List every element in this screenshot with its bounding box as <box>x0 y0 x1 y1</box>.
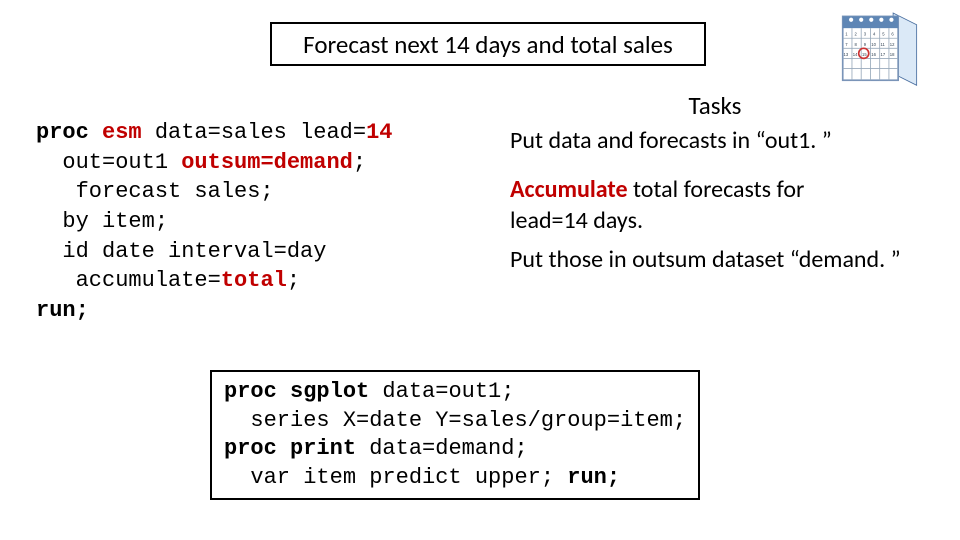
svg-text:16: 16 <box>871 52 876 57</box>
tasks-p1: Put data and forecasts in “out1. ” <box>510 125 920 156</box>
by-line: by item; <box>36 209 168 234</box>
code-block-bottom-box: proc sgplot data=out1; series X=date Y=s… <box>210 370 700 500</box>
calendar-icon: 123456 789101112 131415161718 <box>836 8 920 92</box>
tasks-column: Tasks Put data and forecasts in “out1. ”… <box>510 90 920 293</box>
svg-text:13: 13 <box>844 52 849 57</box>
tasks-p2: Accumulate total forecasts forlead=14 da… <box>510 174 920 236</box>
tasks-p2-rest2: lead=14 days. <box>510 206 643 235</box>
var-line: var item predict upper; <box>224 465 567 490</box>
series-line: series X=date Y=sales/group=item; <box>224 408 686 433</box>
out-line-pre: out=out1 <box>36 150 181 175</box>
id-line: id date interval=day <box>36 239 326 264</box>
tasks-p2-accumulate: Accumulate <box>510 175 628 204</box>
sgplot-rest: data=out1; <box>369 379 514 404</box>
accum-pre: accumulate= <box>36 268 221 293</box>
svg-text:18: 18 <box>890 52 895 57</box>
print-proc: proc print <box>224 436 356 461</box>
svg-text:14: 14 <box>853 52 858 57</box>
tasks-heading: Tasks <box>510 90 920 123</box>
tasks-p3: Put those in outsum dataset “demand. ” <box>510 244 920 275</box>
accum-semi: ; <box>287 268 300 293</box>
sgplot-proc: proc sgplot <box>224 379 369 404</box>
print-rest: data=demand; <box>356 436 528 461</box>
slide-title: Forecast next 14 days and total sales <box>303 29 673 60</box>
svg-text:12: 12 <box>890 42 895 47</box>
proc-name-esm: esm <box>102 120 142 145</box>
tasks-p2-rest1: total forecasts for <box>628 175 805 204</box>
code-block-bottom: proc sgplot data=out1; series X=date Y=s… <box>224 378 686 492</box>
code-block-left: proc esm data=sales lead=14 out=out1 out… <box>36 118 496 326</box>
run-line: run; <box>36 298 89 323</box>
data-lead: data=sales lead= <box>155 120 366 145</box>
accum-keyword: total <box>221 268 287 293</box>
out-semi: ; <box>353 150 366 175</box>
svg-text:15: 15 <box>862 52 867 57</box>
svg-text:17: 17 <box>881 52 886 57</box>
run-bottom: run; <box>567 465 620 490</box>
lead-value: 14 <box>366 120 392 145</box>
slide-title-box: Forecast next 14 days and total sales <box>270 22 706 66</box>
forecast-line: forecast sales; <box>36 179 274 204</box>
svg-text:10: 10 <box>871 42 876 47</box>
kw-proc: proc <box>36 120 89 145</box>
svg-text:11: 11 <box>881 42 886 47</box>
outsum-keyword: outsum=demand <box>181 150 353 175</box>
